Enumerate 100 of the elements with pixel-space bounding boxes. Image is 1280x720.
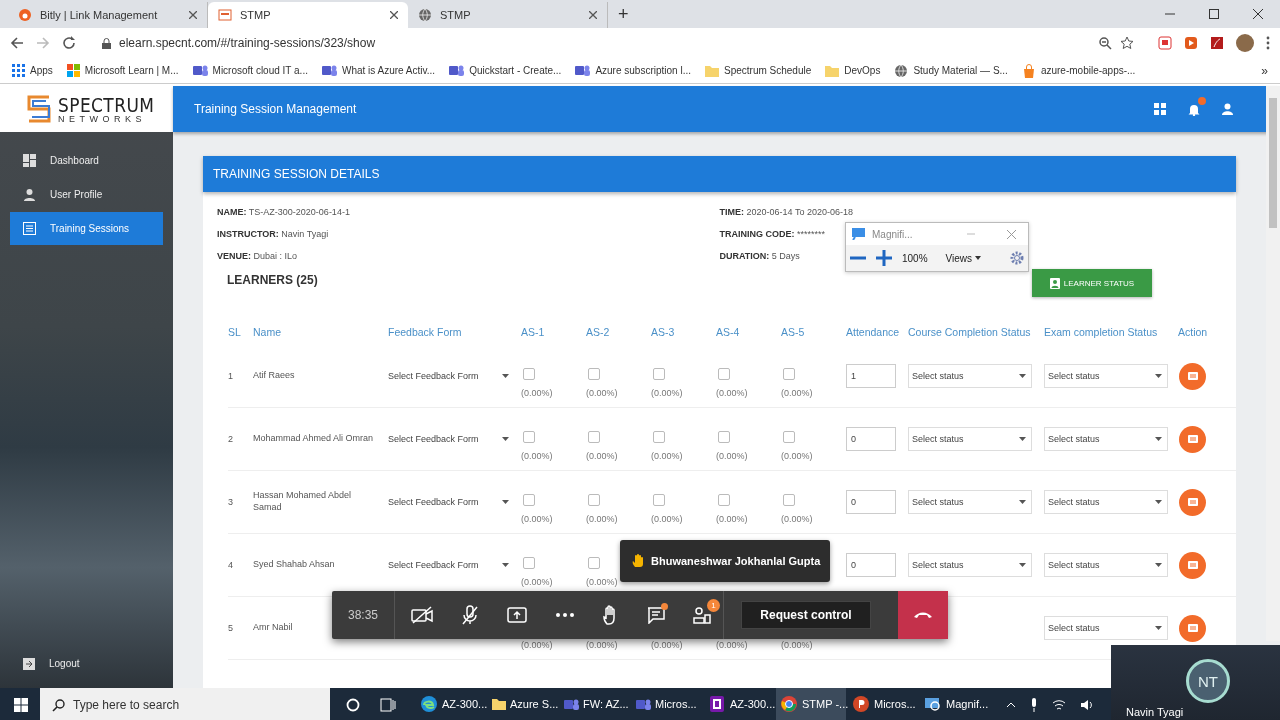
menu-icon[interactable] — [1266, 36, 1270, 50]
action-button[interactable] — [1179, 362, 1206, 390]
bookmark[interactable]: azure-mobile-apps-... — [1021, 63, 1136, 78]
maximize-icon[interactable] — [1209, 9, 1219, 19]
back-arrow-icon[interactable] — [10, 36, 24, 50]
sidebar-item[interactable]: Dashboard — [10, 144, 163, 177]
settings-icon[interactable] — [1010, 251, 1024, 265]
scrollbar[interactable] — [1266, 86, 1280, 641]
microphone-icon[interactable] — [1030, 698, 1038, 712]
search-field[interactable]: Type here to search — [40, 688, 330, 720]
taskbar-app[interactable]: AZ-300... — [704, 688, 774, 720]
exam-status-select[interactable]: Select status — [1044, 364, 1168, 388]
attendance-field[interactable]: 0 — [846, 553, 896, 577]
attendance-field[interactable]: 1 — [846, 364, 896, 388]
attendance-field[interactable]: 0 — [846, 427, 896, 451]
exam-status-select[interactable]: Select status — [1044, 616, 1168, 640]
request-control-button[interactable]: Request control — [741, 601, 871, 629]
course-status-select[interactable]: Select status — [908, 427, 1032, 451]
taskbar-app[interactable]: AZ-300... — [416, 688, 486, 720]
course-status-select[interactable]: Select status — [908, 364, 1032, 388]
action-button[interactable] — [1179, 614, 1206, 642]
checkbox[interactable] — [653, 431, 665, 443]
chat-icon[interactable] — [647, 606, 665, 624]
chevron-up-icon[interactable] — [1006, 702, 1016, 708]
address-field[interactable]: elearn.specnt.com/#/training-sessions/323/show — [88, 31, 1146, 55]
checkbox[interactable] — [783, 368, 795, 380]
windows-logo-icon[interactable] — [14, 698, 28, 712]
checkbox[interactable] — [783, 431, 795, 443]
extension-icon[interactable] — [1184, 36, 1198, 50]
close-icon[interactable] — [589, 11, 597, 19]
exam-status-select[interactable]: Select status — [1044, 427, 1168, 451]
checkbox[interactable] — [718, 431, 730, 443]
cortana-icon[interactable] — [346, 698, 360, 712]
checkbox[interactable] — [588, 431, 600, 443]
reload-icon[interactable] — [62, 36, 76, 50]
feedback-form-select[interactable]: Select Feedback Form — [388, 560, 521, 570]
logout-item[interactable]: Logout — [10, 647, 163, 680]
user-icon[interactable] — [1222, 103, 1233, 115]
course-status-select[interactable]: Select status — [908, 553, 1032, 577]
star-icon[interactable] — [1120, 36, 1134, 50]
taskbar-app[interactable]: FW: AZ... — [560, 688, 630, 720]
zoom-in-icon[interactable] — [876, 250, 892, 266]
checkbox[interactable] — [653, 368, 665, 380]
close-icon[interactable] — [189, 11, 197, 19]
more-bookmarks[interactable]: » — [1261, 63, 1268, 78]
action-button[interactable] — [1179, 425, 1206, 453]
bell-icon[interactable] — [1188, 102, 1200, 116]
checkbox[interactable] — [523, 431, 535, 443]
more-options-icon[interactable] — [555, 613, 575, 617]
task-view-icon[interactable] — [380, 698, 396, 712]
taskbar-app[interactable]: Azure S... — [488, 688, 558, 720]
feedback-form-select[interactable]: Select Feedback Form — [388, 371, 521, 381]
bookmark[interactable]: Spectrum Schedule — [705, 64, 812, 77]
attendance-field[interactable]: 0 — [846, 490, 896, 514]
extension-icon[interactable] — [1158, 36, 1172, 50]
new-tab-button[interactable]: + — [614, 4, 633, 25]
taskbar-app[interactable]: Micros... — [848, 688, 918, 720]
checkbox[interactable] — [523, 494, 535, 506]
sidebar-item[interactable]: User Profile — [10, 178, 163, 211]
feedback-form-select[interactable]: Select Feedback Form — [388, 497, 521, 507]
checkbox[interactable] — [718, 368, 730, 380]
bookmark[interactable]: Study Material — S... — [894, 63, 1008, 78]
bookmark[interactable]: What is Azure Activ... — [321, 64, 436, 77]
taskbar-app[interactable]: Magnif... — [920, 688, 990, 720]
checkbox[interactable] — [523, 557, 535, 569]
action-button[interactable] — [1179, 488, 1206, 516]
exam-status-select[interactable]: Select status — [1044, 553, 1168, 577]
participants-icon[interactable] — [693, 606, 711, 624]
taskbar-app[interactable]: STMP -... — [776, 688, 846, 720]
checkbox[interactable] — [588, 557, 600, 569]
speaker-icon[interactable] — [1080, 699, 1094, 711]
wifi-icon[interactable] — [1052, 699, 1066, 711]
action-button[interactable] — [1179, 551, 1206, 579]
feedback-form-select[interactable]: Select Feedback Form — [388, 434, 521, 444]
bookmark[interactable]: Apps — [12, 64, 53, 77]
checkbox[interactable] — [718, 494, 730, 506]
checkbox[interactable] — [653, 494, 665, 506]
exam-status-select[interactable]: Select status — [1044, 490, 1168, 514]
learner-status-button[interactable]: LEARNER STATUS — [1032, 269, 1152, 297]
camera-off-icon[interactable] — [411, 606, 433, 624]
browser-tab[interactable]: STMP — [208, 2, 408, 28]
checkbox[interactable] — [588, 494, 600, 506]
grid-icon[interactable] — [1154, 103, 1166, 115]
checkbox[interactable] — [523, 368, 535, 380]
sidebar-item[interactable]: Training Sessions — [10, 212, 163, 245]
bookmark[interactable]: DevOps — [825, 64, 881, 77]
close-icon[interactable] — [390, 11, 398, 19]
bookmark[interactable]: Quickstart - Create... — [449, 64, 562, 77]
checkbox[interactable] — [588, 368, 600, 380]
share-screen-icon[interactable] — [507, 606, 527, 624]
zoom-icon[interactable] — [1099, 36, 1112, 50]
profile-avatar[interactable] — [1236, 34, 1254, 52]
bookmark[interactable]: Microsoft Learn | M... — [66, 64, 179, 77]
close-icon[interactable] — [1253, 9, 1263, 19]
bookmark[interactable]: Azure subscription l... — [575, 64, 691, 77]
pdf-icon[interactable] — [1210, 36, 1224, 50]
views-menu[interactable]: Views — [945, 252, 982, 264]
course-status-select[interactable]: Select status — [908, 490, 1032, 514]
bookmark[interactable]: Microsoft cloud IT a... — [192, 64, 308, 77]
checkbox[interactable] — [783, 494, 795, 506]
